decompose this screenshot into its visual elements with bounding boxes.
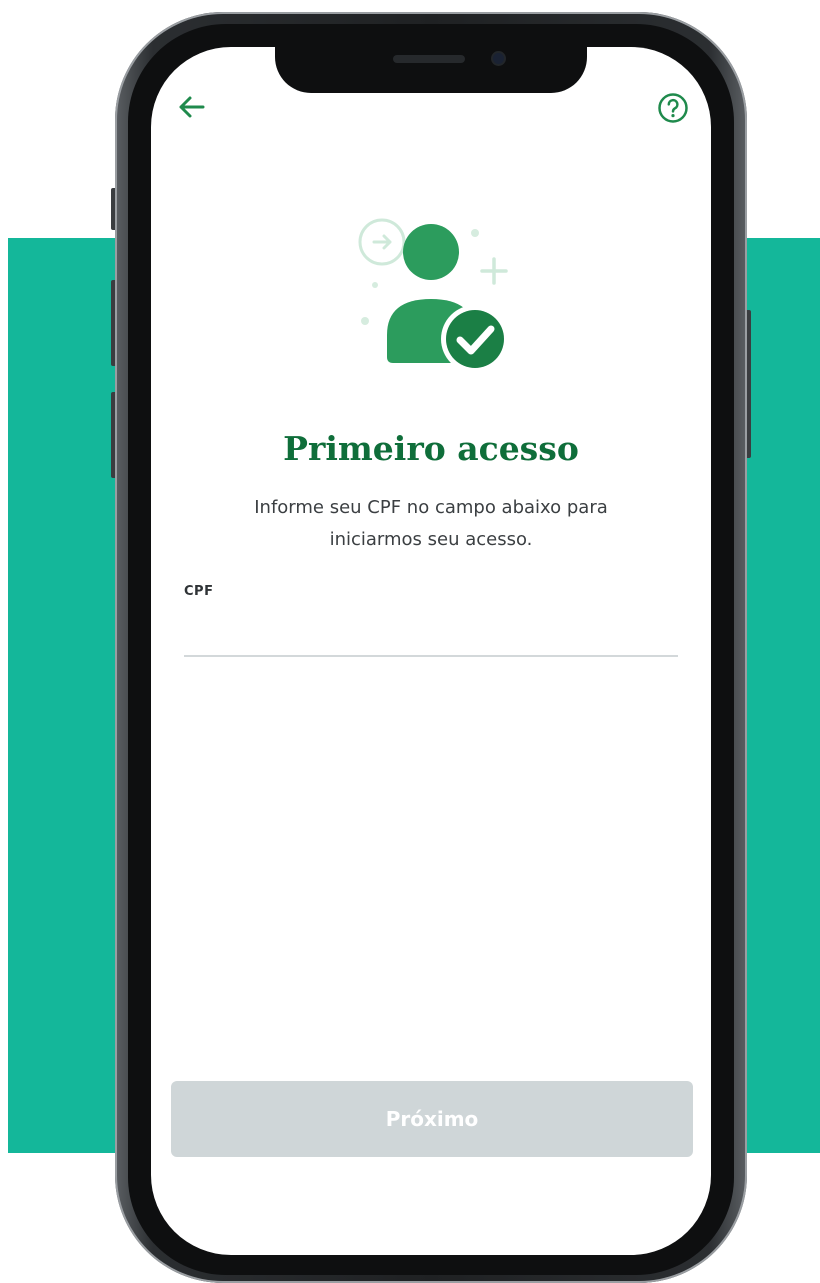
help-button[interactable]: [655, 90, 691, 126]
user-check-illustration: [347, 207, 517, 377]
front-camera: [493, 53, 504, 64]
page-subtitle: Informe seu CPF no campo abaixo para ini…: [254, 497, 608, 550]
user-check-icon: [358, 218, 509, 373]
back-button[interactable]: [175, 91, 207, 123]
help-circle-icon: [658, 93, 688, 123]
phone-notch: [275, 47, 587, 93]
earpiece-speaker: [393, 55, 465, 63]
arrow-left-icon: [179, 96, 205, 118]
next-button[interactable]: Próximo: [171, 1081, 693, 1157]
cpf-field-label: CPF: [184, 584, 214, 599]
cpf-input[interactable]: [184, 609, 678, 657]
page-title: Primeiro acesso: [283, 429, 579, 468]
phone-screen: Primeiro acesso Informe seu CPF no campo…: [151, 47, 711, 1255]
